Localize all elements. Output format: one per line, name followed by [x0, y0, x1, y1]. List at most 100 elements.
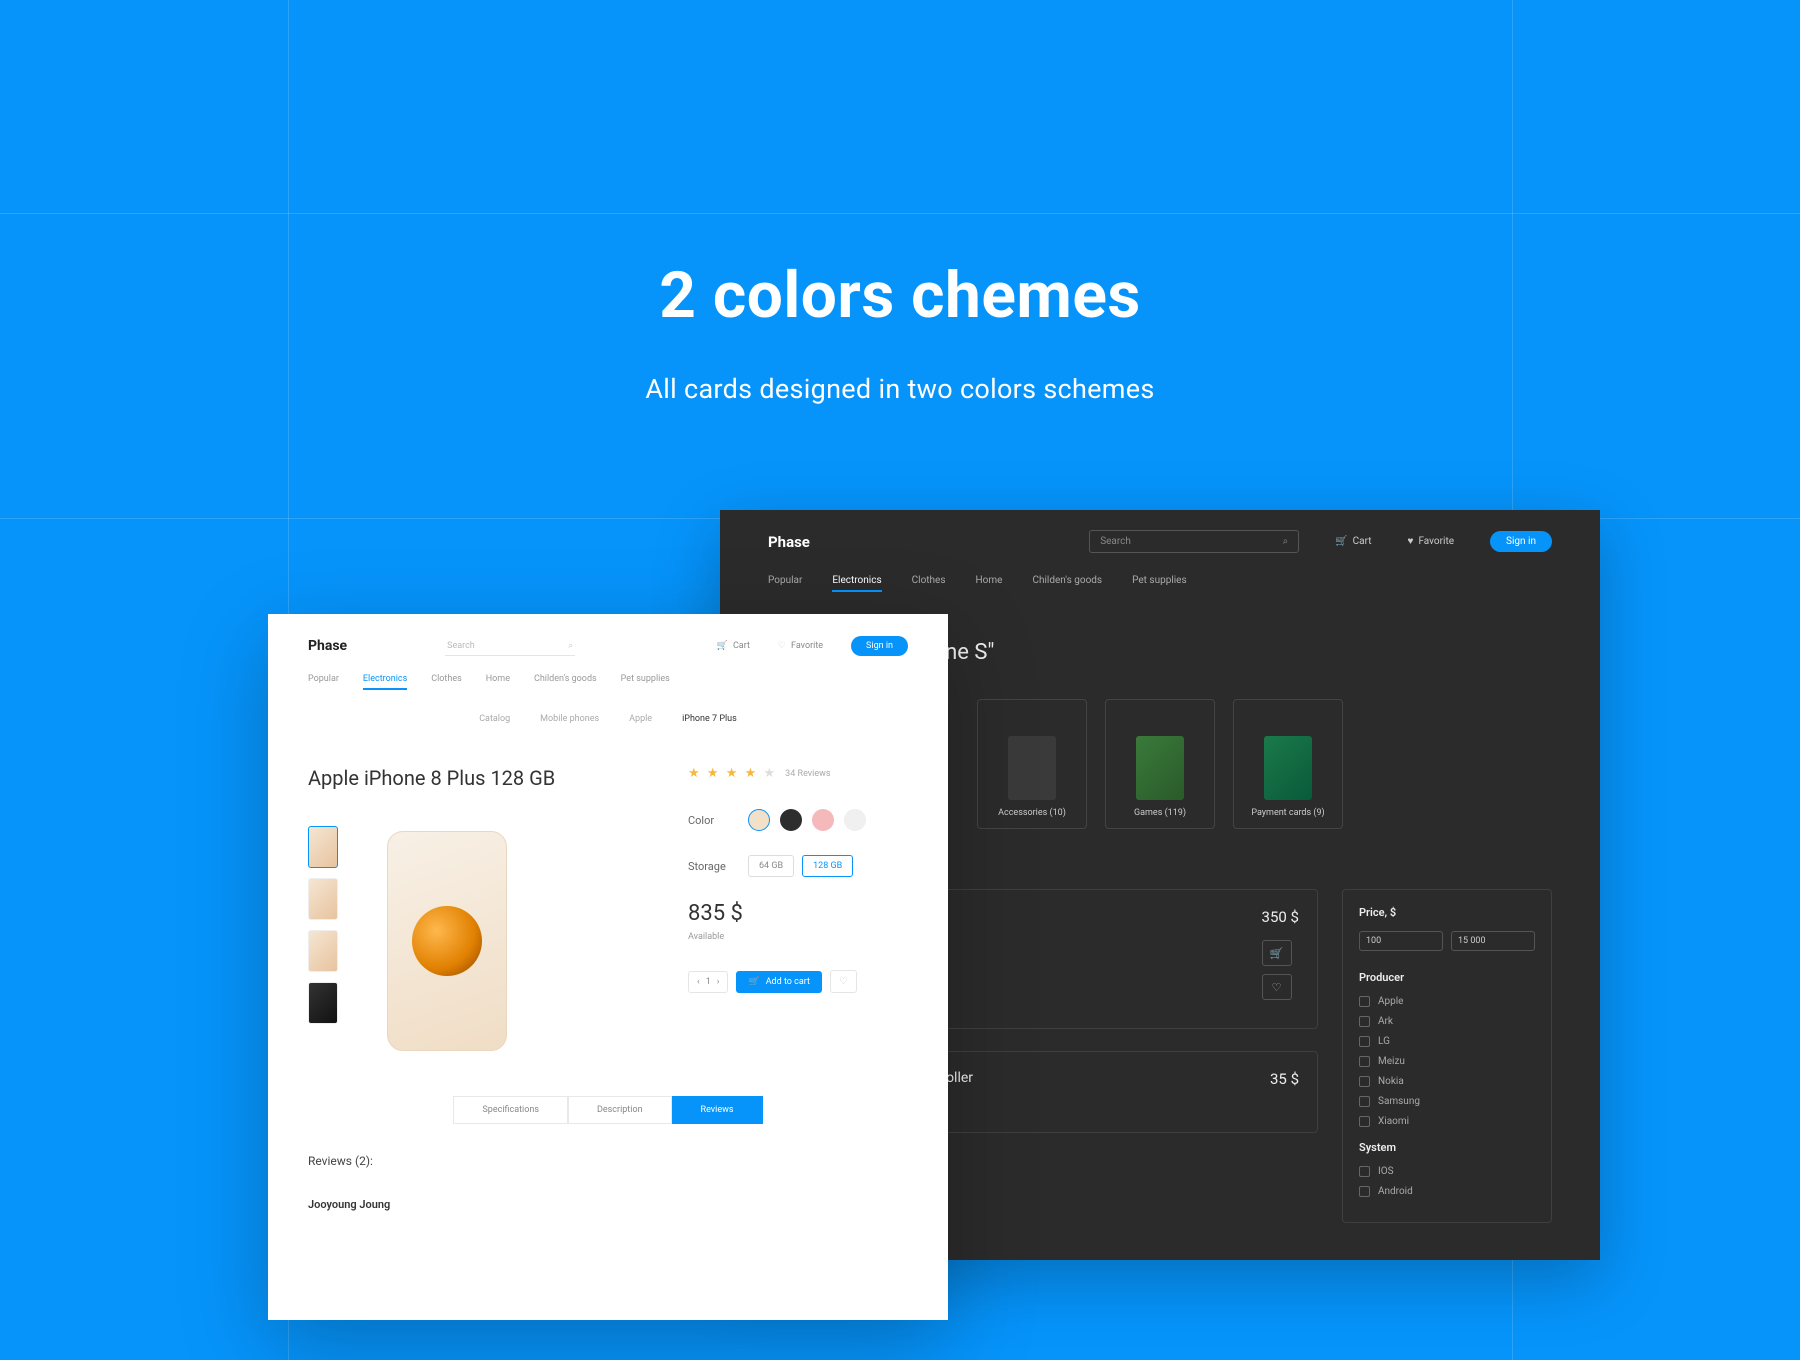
color-swatch[interactable] [844, 809, 866, 831]
signin-button[interactable]: Sign in [1490, 531, 1552, 552]
availability: Available [688, 932, 908, 942]
fav-button[interactable]: ♡ [830, 970, 857, 993]
nav-item-active[interactable]: Electronics [363, 674, 407, 690]
minus-icon: ‹ [697, 977, 700, 987]
qty-stepper[interactable]: ‹1› [688, 971, 728, 993]
cart-label: Cart [733, 641, 750, 651]
thumbnail[interactable] [308, 878, 338, 920]
crumb-current: iPhone 7 Plus [682, 714, 737, 724]
tab-active[interactable]: Reviews [672, 1096, 763, 1124]
bundle-card[interactable]: Accessories (10) [977, 699, 1087, 829]
nav-item[interactable]: Popular [768, 575, 802, 592]
bundle-card[interactable]: Games (119) [1105, 699, 1215, 829]
search-placeholder: Search [1100, 536, 1131, 547]
color-swatch[interactable] [812, 809, 834, 831]
nav-item[interactable]: Home [976, 575, 1003, 592]
checkbox [1359, 996, 1370, 1007]
filter-option[interactable]: Apple [1359, 996, 1535, 1007]
tab[interactable]: Specifications [453, 1096, 568, 1124]
bundle-label: Accessories (10) [998, 808, 1066, 818]
bundle-image [1008, 736, 1056, 800]
filter-option[interactable]: Meizu [1359, 1056, 1535, 1067]
storage-button[interactable]: 64 GB [748, 855, 794, 877]
bundle-image [1136, 736, 1184, 800]
color-option: Color [688, 809, 908, 831]
hero-subtitle: All cards designed in two colors schemes [0, 373, 1800, 405]
logo[interactable]: Phase [768, 533, 810, 551]
filter-option[interactable]: Ark [1359, 1016, 1535, 1027]
plus-icon: › [717, 977, 720, 987]
filter-option[interactable]: Nokia [1359, 1076, 1535, 1087]
nav-item[interactable]: Clothes [431, 674, 462, 690]
checkbox [1359, 1056, 1370, 1067]
thumbnail-list [308, 826, 338, 1024]
color-swatch[interactable] [748, 809, 770, 831]
price-max-input[interactable] [1451, 931, 1535, 951]
filter-option[interactable]: LG [1359, 1036, 1535, 1047]
checkbox [1359, 1186, 1370, 1197]
nav-item-active[interactable]: Electronics [832, 575, 881, 592]
nav-item[interactable]: Childen's goods [534, 674, 597, 690]
filter-option[interactable]: IOS [1359, 1166, 1535, 1177]
option-label: Color [688, 814, 748, 827]
bundle-label: Games (119) [1134, 808, 1186, 818]
nav: Popular Electronics Clothes Home Childen… [720, 567, 1600, 606]
filter-option[interactable]: Xiaomi [1359, 1116, 1535, 1127]
nav-item[interactable]: Home [486, 674, 510, 690]
crumb[interactable]: Apple [629, 714, 652, 724]
cart-link[interactable]: 🛒Cart [717, 641, 750, 651]
favorite-link[interactable]: ♡Favorite [778, 641, 823, 651]
nav-item[interactable]: Pet supplies [621, 674, 670, 690]
cart-icon: 🛒 [1335, 536, 1347, 547]
checkbox [1359, 1096, 1370, 1107]
add-cart-button[interactable]: 🛒 [1262, 940, 1292, 966]
crumb[interactable]: Mobile phones [540, 714, 599, 724]
crumb[interactable]: Catalog [479, 714, 510, 724]
filter-label: Samsung [1378, 1096, 1420, 1107]
search-icon: ⌕ [1283, 536, 1289, 547]
reviews-section: Reviews (2): Jooyoung Joung [268, 1124, 948, 1241]
tab[interactable]: Description [568, 1096, 672, 1124]
cart-link[interactable]: 🛒 Cart [1335, 536, 1371, 547]
favorite-label: Favorite [791, 641, 823, 651]
hero-title: 2 colors chemes [0, 258, 1800, 333]
add-to-cart-button[interactable]: 🛒Add to cart [736, 971, 822, 993]
color-swatch[interactable] [780, 809, 802, 831]
checkbox [1359, 1036, 1370, 1047]
thumbnail[interactable] [308, 982, 338, 1024]
nav-item[interactable]: Pet supplies [1132, 575, 1187, 592]
heart-icon: ♥ [1408, 536, 1414, 547]
tabs: Specifications Description Reviews [268, 1096, 948, 1124]
favorite-link[interactable]: ♥ Favorite [1408, 536, 1455, 547]
storage-button-selected[interactable]: 128 GB [802, 855, 853, 877]
signin-button[interactable]: Sign in [851, 636, 908, 656]
thumbnail[interactable] [308, 826, 338, 868]
search-input[interactable]: Search ⌕ [445, 637, 575, 656]
price: 835 $ [688, 901, 908, 926]
review-count[interactable]: 34 Reviews [785, 769, 830, 779]
fav-button[interactable]: ♡ [1262, 974, 1292, 1000]
search-placeholder: Search [447, 641, 475, 651]
filter-label: Android [1378, 1186, 1413, 1197]
checkbox [1359, 1166, 1370, 1177]
nav-item[interactable]: Childen's goods [1032, 575, 1102, 592]
search-icon: ⌕ [568, 641, 573, 651]
option-label: Storage [688, 860, 748, 873]
search-input[interactable]: Search ⌕ [1089, 530, 1299, 553]
price-min-input[interactable] [1359, 931, 1443, 951]
nav-item[interactable]: Popular [308, 674, 339, 690]
checkbox [1359, 1076, 1370, 1087]
gallery [308, 826, 668, 1056]
filter-label: Nokia [1378, 1076, 1404, 1087]
logo[interactable]: Phase [308, 638, 347, 654]
cart-label: Cart [1353, 536, 1372, 547]
price-range [1359, 931, 1535, 951]
nav-item[interactable]: Clothes [912, 575, 946, 592]
filter-option[interactable]: Samsung [1359, 1096, 1535, 1107]
filter-label: IOS [1378, 1166, 1394, 1177]
light-card: Phase Search ⌕ 🛒Cart ♡Favorite Sign in P… [268, 614, 948, 1320]
thumbnail[interactable] [308, 930, 338, 972]
bundle-card[interactable]: Payment cards (9) [1233, 699, 1343, 829]
breadcrumb: Catalog Mobile phones Apple iPhone 7 Plu… [268, 700, 948, 738]
filter-option[interactable]: Android [1359, 1186, 1535, 1197]
